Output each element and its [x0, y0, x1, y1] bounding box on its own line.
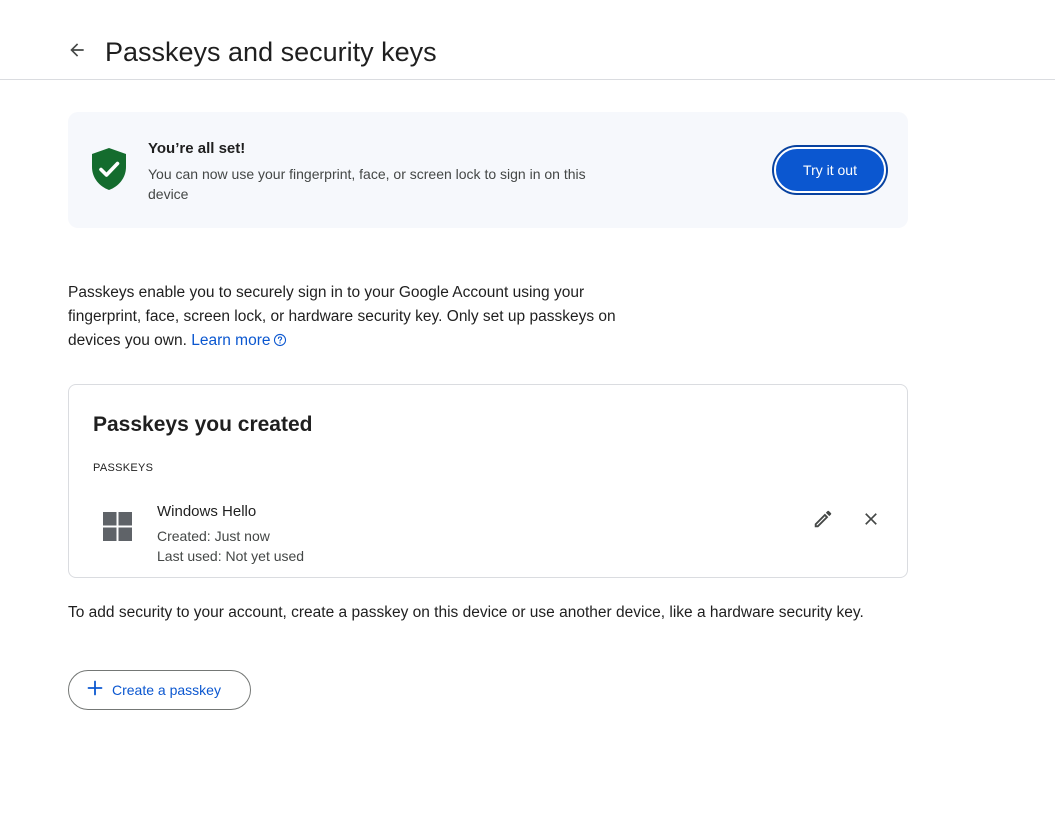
- success-banner: You’re all set! You can now use your fin…: [68, 112, 908, 228]
- windows-logo-icon: [103, 512, 132, 541]
- help-circle-icon: [273, 331, 287, 355]
- intro-paragraph: Passkeys enable you to securely sign in …: [68, 281, 628, 355]
- arrow-back-icon: [67, 40, 87, 65]
- pencil-icon: [812, 508, 834, 535]
- section-label: PASSKEYS: [93, 462, 154, 474]
- create-passkey-label: Create a passkey: [112, 682, 221, 698]
- try-it-out-button[interactable]: Try it out: [774, 147, 886, 193]
- footer-text: To add security to your account, create …: [68, 604, 864, 621]
- delete-passkey-button[interactable]: [853, 503, 889, 539]
- intro-text: Passkeys enable you to securely sign in …: [68, 284, 616, 349]
- create-passkey-button[interactable]: Create a passkey: [68, 670, 251, 710]
- shield-check-icon: [90, 147, 128, 191]
- passkey-last-used: Last used: Not yet used: [157, 548, 305, 564]
- passkey-created: Created: Just now: [157, 528, 270, 544]
- banner-title: You’re all set!: [148, 140, 246, 157]
- page-header: Passkeys and security keys: [0, 0, 1055, 80]
- card-title: Passkeys you created: [93, 413, 313, 436]
- close-icon: [861, 509, 881, 534]
- learn-more-label: Learn more: [191, 332, 271, 349]
- page-title: Passkeys and security keys: [105, 37, 437, 67]
- learn-more-link[interactable]: Learn more: [191, 332, 287, 349]
- banner-description: You can now use your fingerprint, face, …: [148, 166, 586, 202]
- passkey-name: Windows Hello: [157, 503, 257, 520]
- edit-passkey-button[interactable]: [805, 503, 841, 539]
- plus-icon: [87, 680, 103, 701]
- passkey-row: Windows Hello Created: Just now Last use…: [69, 495, 907, 575]
- back-button[interactable]: [60, 35, 94, 69]
- passkeys-card: Passkeys you created PASSKEYS Windows He…: [68, 384, 908, 578]
